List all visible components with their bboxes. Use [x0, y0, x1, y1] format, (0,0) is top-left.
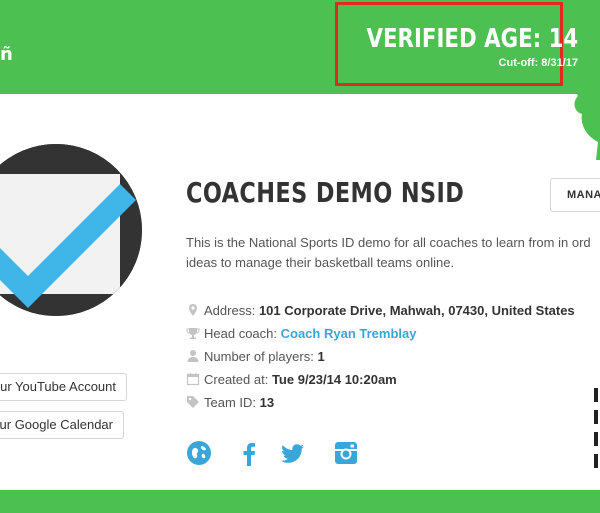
team-id-label: Team ID: [204, 395, 257, 410]
team-id-row: Team ID: 13 [186, 393, 600, 416]
youtube-account-button[interactable]: our YouTube Account [0, 373, 127, 401]
clipped-content-marks [594, 388, 598, 468]
checkmark-logo-icon [0, 144, 142, 316]
manage-button[interactable]: MANA [550, 178, 600, 212]
team-avatar [0, 144, 142, 316]
players-label: Number of players: [204, 349, 314, 364]
calendar-icon [186, 373, 200, 386]
verified-age-label: VERIFIED AGE: 14 [366, 24, 578, 54]
created-value: Tue 9/23/14 10:20am [271, 372, 397, 387]
trophy-icon [186, 328, 200, 339]
head-coach-label: Head coach: [204, 326, 277, 341]
globe-icon[interactable] [186, 440, 212, 466]
head-coach-row: Head coach: Coach Ryan Tremblay [186, 324, 600, 347]
address-value: 101 Corporate Drive, Mahwah, 07430, Unit… [258, 303, 575, 318]
instagram-icon[interactable] [333, 440, 359, 466]
team-description: This is the National Sports ID demo for … [186, 233, 600, 273]
team-info-list: Address: 101 Corporate Drive, Mahwah, 07… [186, 301, 600, 416]
description-line: ideas to manage their basketball teams o… [186, 255, 455, 270]
google-calendar-button[interactable]: our Google Calendar [0, 411, 124, 439]
mascot-silhouette-icon [574, 50, 600, 160]
brand-fragment: ñ [0, 44, 13, 65]
head-coach-link[interactable]: Coach Ryan Tremblay [281, 326, 417, 341]
user-icon [187, 350, 199, 362]
tag-icon [187, 396, 199, 408]
footer-band [0, 490, 600, 513]
address-label: Address: [204, 303, 256, 318]
cutoff-date-label: Cut-off: 8/31/17 [498, 57, 578, 69]
players-row: Number of players: 1 [186, 347, 600, 370]
twitter-icon[interactable] [280, 440, 306, 466]
address-row: Address: 101 Corporate Drive, Mahwah, 07… [186, 301, 600, 324]
created-row: Created at: Tue 9/23/14 10:20am [186, 370, 600, 393]
team-title: COACHES DEMO NSID [186, 176, 465, 209]
facebook-icon[interactable] [236, 440, 262, 466]
players-value: 1 [317, 349, 325, 364]
team-id-value: 13 [259, 395, 275, 410]
created-label: Created at: [204, 372, 269, 387]
map-pin-icon [189, 304, 197, 316]
description-line: This is the National Sports ID demo for … [186, 235, 591, 250]
